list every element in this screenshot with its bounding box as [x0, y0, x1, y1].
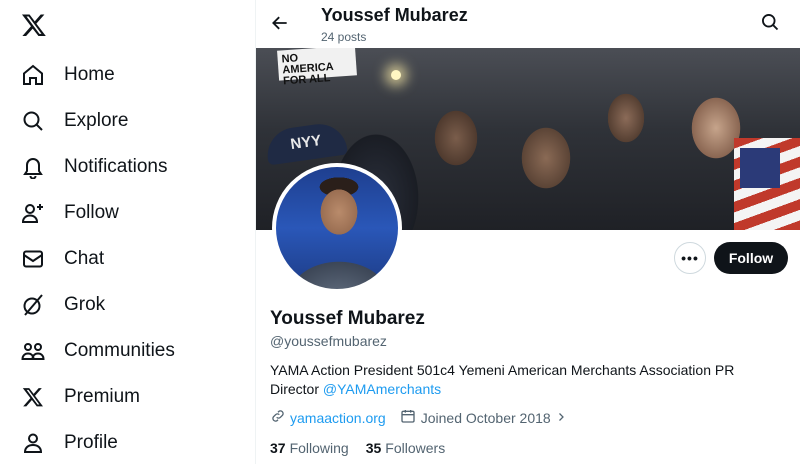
header-name: Youssef Mubarez	[321, 5, 468, 25]
link-icon	[270, 408, 286, 427]
nav-item-grok[interactable]: Grok	[0, 282, 256, 328]
profile-header-bar: Youssef Mubarez 24 posts	[256, 0, 800, 48]
followers-count: 35	[365, 440, 382, 456]
nav-label: Chat	[64, 248, 105, 269]
follow-stats: 37 Following 35 Followers	[270, 440, 445, 456]
banner-light	[391, 70, 401, 80]
avatar[interactable]	[272, 163, 402, 293]
search-icon[interactable]	[760, 12, 782, 34]
home-icon	[21, 63, 45, 87]
people-icon	[21, 339, 45, 363]
profile-bio: YAMA Action President 501c4 Yemeni Ameri…	[270, 361, 770, 399]
profile-column: Youssef Mubarez 24 posts NO AMERICA FOR …	[256, 0, 800, 464]
nav-item-explore[interactable]: Explore	[0, 98, 256, 144]
nav-item-chat[interactable]: Chat	[0, 236, 256, 282]
person-plus-icon	[21, 201, 45, 225]
person-icon	[21, 431, 45, 455]
nav-label: Explore	[64, 110, 129, 131]
banner-flag-canton	[740, 148, 780, 188]
nav-label: Grok	[64, 294, 106, 315]
following-label: Following	[289, 440, 349, 456]
following-link[interactable]: 37 Following	[270, 440, 349, 456]
follow-button[interactable]: Follow	[714, 242, 788, 274]
nav-label: Profile	[64, 432, 118, 453]
banner-cap: NYY	[264, 120, 348, 166]
nav-label: Premium	[64, 386, 141, 407]
profile-meta: yamaaction.org Joined October 2018	[270, 408, 567, 427]
nav-label: Home	[64, 64, 115, 85]
bio-mention-link[interactable]: @YAMAmerchants	[323, 381, 441, 397]
x-logo-icon	[21, 385, 45, 409]
website-link[interactable]: yamaaction.org	[290, 410, 386, 426]
sidebar: Home Explore Notifications Follow Chat G…	[0, 0, 256, 464]
nav-item-home[interactable]: Home	[0, 52, 256, 98]
x-logo-icon[interactable]	[21, 12, 47, 38]
nav-item-notifications[interactable]: Notifications	[0, 144, 256, 190]
chevron-right-icon[interactable]	[555, 410, 567, 426]
nav-item-premium[interactable]: Premium	[0, 374, 256, 420]
followers-label: Followers	[385, 440, 446, 456]
bell-icon	[21, 155, 45, 179]
nav-label: Notifications	[64, 156, 168, 177]
mail-icon	[21, 247, 45, 271]
grok-icon	[21, 293, 45, 317]
followers-link[interactable]: 35 Followers	[366, 440, 445, 456]
calendar-icon	[400, 408, 416, 427]
following-count: 37	[270, 440, 286, 456]
primary-nav: Home Explore Notifications Follow Chat G…	[0, 52, 256, 466]
nav-item-follow[interactable]: Follow	[0, 190, 256, 236]
profile-name: Youssef Mubarez	[270, 308, 425, 329]
nav-label: Communities	[64, 340, 175, 361]
banner-sign: NO AMERICA FOR ALL	[277, 48, 357, 87]
more-options-button[interactable]: •••	[674, 242, 706, 274]
nav-item-profile[interactable]: Profile	[0, 420, 256, 466]
joined-date: Joined October 2018	[420, 409, 551, 426]
nav-item-communities[interactable]: Communities	[0, 328, 256, 374]
post-count: 24 posts	[321, 30, 367, 44]
nav-label: Follow	[64, 202, 119, 223]
profile-handle: @youssefmubarez	[270, 333, 387, 349]
search-icon	[21, 109, 45, 133]
back-arrow-icon[interactable]	[268, 11, 292, 35]
